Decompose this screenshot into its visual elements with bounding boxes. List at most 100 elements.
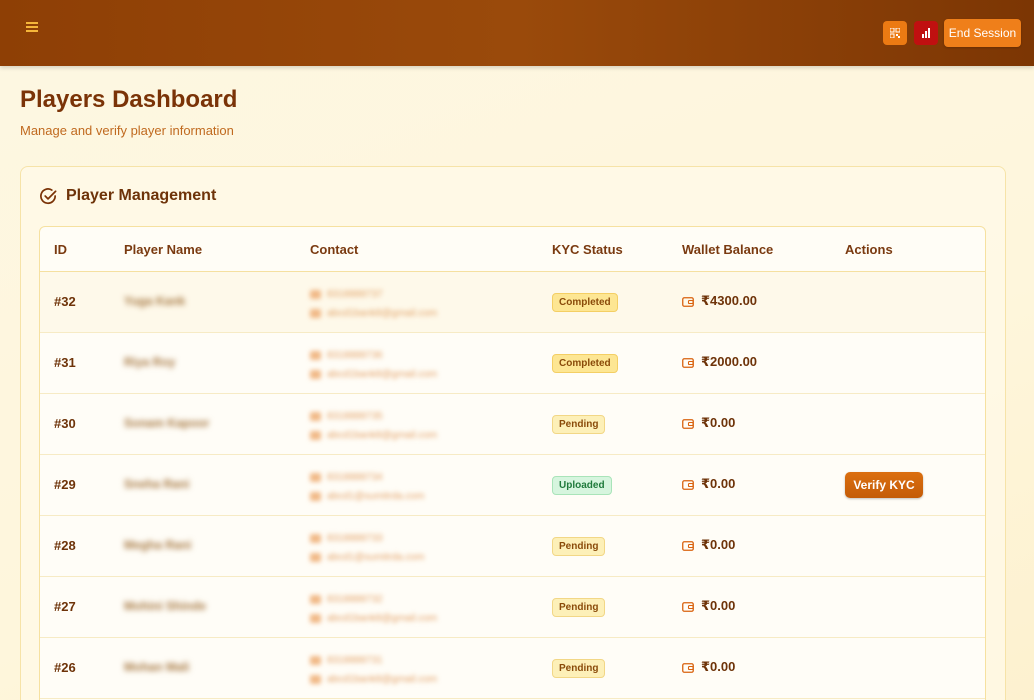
kyc-status-badge: Pending: [552, 659, 606, 678]
wallet-balance: ₹0.00: [682, 415, 735, 431]
phone-icon: [310, 534, 321, 543]
check-circle-icon: [40, 187, 57, 204]
column-header-contact[interactable]: Contact: [310, 242, 358, 257]
phone-icon: [310, 473, 321, 482]
player-id: #29: [54, 477, 76, 492]
card-title: Player Management: [39, 186, 216, 206]
player-phone: 8318888734: [327, 472, 383, 483]
player-name: Mohini Shinde: [124, 599, 206, 613]
player-email: abcd1@sumitrda.com: [327, 552, 425, 563]
wallet-icon: [682, 601, 694, 612]
player-contact: 8318888732 abcd1bank8@gmail.com: [310, 590, 437, 628]
mail-icon: [310, 492, 321, 501]
table-row[interactable]: #30 Sonam Kapoor 8318888735 abcd1bank8@g…: [40, 394, 985, 455]
player-contact: 8318888731 abcd1bank8@gmail.com: [310, 651, 437, 689]
player-phone: 8318888733: [327, 533, 383, 544]
wallet-balance: ₹2000.00: [682, 354, 757, 370]
player-email: abcd1bank8@gmail.com: [327, 674, 438, 685]
column-header-player-name[interactable]: Player Name: [124, 242, 202, 257]
kyc-status-badge: Pending: [552, 598, 606, 617]
player-phone: 8318888732: [327, 594, 383, 605]
wallet-balance: ₹0.00: [682, 476, 735, 492]
player-name: Sneha Rani: [124, 477, 190, 491]
player-phone: 8318888731: [327, 655, 383, 666]
players-table: ID Player Name Contact KYC Status Wallet…: [39, 226, 986, 700]
wallet-amount: ₹0.00: [701, 659, 736, 674]
mail-icon: [310, 431, 321, 440]
table-row[interactable]: #26 Mohan Mali 8318888731 abcd1bank8@gma…: [40, 638, 985, 699]
player-email: abcd1bank8@gmail.com: [327, 613, 438, 624]
kyc-status-badge: Completed: [552, 354, 618, 373]
card-title-text: Player Management: [66, 187, 217, 204]
end-session-button[interactable]: End Session: [944, 19, 1021, 47]
phone-icon: [310, 412, 321, 421]
player-email: abcd1bank8@gmail.com: [327, 308, 438, 319]
wallet-amount: ₹0.00: [701, 476, 736, 491]
player-id: #26: [54, 660, 76, 675]
kyc-status-badge: Pending: [552, 537, 606, 556]
player-name: Megha Rani: [124, 538, 192, 552]
player-contact: 8318888733 abcd1@sumitrda.com: [310, 529, 424, 567]
wallet-balance: ₹0.00: [682, 537, 735, 553]
wallet-icon: [682, 296, 694, 307]
table-row[interactable]: #31 Riya Roy 8318888736 abcd1bank8@gmail…: [40, 333, 985, 394]
bar-chart-icon: [922, 28, 930, 38]
player-phone: 8318888736: [327, 350, 383, 361]
column-header-kyc-status[interactable]: KYC Status: [552, 242, 623, 257]
wallet-icon: [682, 540, 694, 551]
mail-icon: [310, 370, 321, 379]
wallet-amount: ₹0.00: [701, 415, 736, 430]
column-header-id[interactable]: ID: [54, 242, 67, 257]
player-contact: 8318888734 abcd1@sumitrda.com: [310, 468, 424, 506]
phone-icon: [310, 656, 321, 665]
stats-button[interactable]: [914, 21, 938, 45]
verify-kyc-button[interactable]: Verify KYC: [845, 472, 923, 498]
table-row[interactable]: #28 Megha Rani 8318888733 abcd1@sumitrda…: [40, 516, 985, 577]
mail-icon: [310, 553, 321, 562]
table-row[interactable]: #27 Mohini Shinde 8318888732 abcd1bank8@…: [40, 577, 985, 638]
column-header-wallet-balance[interactable]: Wallet Balance: [682, 242, 773, 257]
player-id: #30: [54, 416, 76, 431]
wallet-balance: ₹0.00: [682, 598, 735, 614]
page-title: Players Dashboard: [20, 86, 238, 113]
player-contact: 8318888735 abcd1bank8@gmail.com: [310, 407, 437, 445]
wallet-icon: [682, 357, 694, 368]
player-phone: 8318888735: [327, 411, 383, 422]
player-name: Sonam Kapoor: [124, 416, 210, 430]
page-subtitle: Manage and verify player information: [20, 123, 234, 138]
wallet-amount: ₹4300.00: [701, 293, 758, 308]
kyc-status-badge: Completed: [552, 293, 618, 312]
player-email: abcd1bank8@gmail.com: [327, 430, 438, 441]
player-contact: 8318888736 abcd1bank8@gmail.com: [310, 346, 437, 384]
table-header: ID Player Name Contact KYC Status Wallet…: [40, 227, 985, 272]
player-name: Yuga Kank: [124, 294, 186, 308]
kyc-status-badge: Pending: [552, 415, 606, 434]
table-row[interactable]: #29 Sneha Rani 8318888734 abcd1@sumitrda…: [40, 455, 985, 516]
player-id: #31: [54, 355, 76, 370]
wallet-amount: ₹0.00: [701, 598, 736, 613]
phone-icon: [310, 595, 321, 604]
player-name: Riya Roy: [124, 355, 176, 369]
wallet-icon: [682, 662, 694, 673]
kyc-status-badge: Uploaded: [552, 476, 612, 495]
player-email: abcd1bank8@gmail.com: [327, 369, 438, 380]
phone-icon: [310, 351, 321, 360]
mail-icon: [310, 309, 321, 318]
qr-code-button[interactable]: [883, 21, 907, 45]
player-phone: 8318888737: [327, 289, 383, 300]
player-contact: 8318888737 abcd1bank8@gmail.com: [310, 285, 437, 323]
player-id: #32: [54, 294, 76, 309]
wallet-amount: ₹0.00: [701, 537, 736, 552]
player-id: #28: [54, 538, 76, 553]
player-name: Mohan Mali: [124, 660, 190, 674]
top-navbar: End Session: [0, 0, 1034, 66]
wallet-icon: [682, 479, 694, 490]
wallet-amount: ₹2000.00: [701, 354, 758, 369]
wallet-balance: ₹0.00: [682, 659, 735, 675]
mail-icon: [310, 614, 321, 623]
hamburger-menu-icon[interactable]: [26, 20, 44, 36]
column-header-actions: Actions: [845, 242, 893, 257]
qr-code-icon: [890, 28, 900, 38]
wallet-balance: ₹4300.00: [682, 293, 757, 309]
table-row[interactable]: #32 Yuga Kank 8318888737 abcd1bank8@gmai…: [40, 272, 985, 333]
